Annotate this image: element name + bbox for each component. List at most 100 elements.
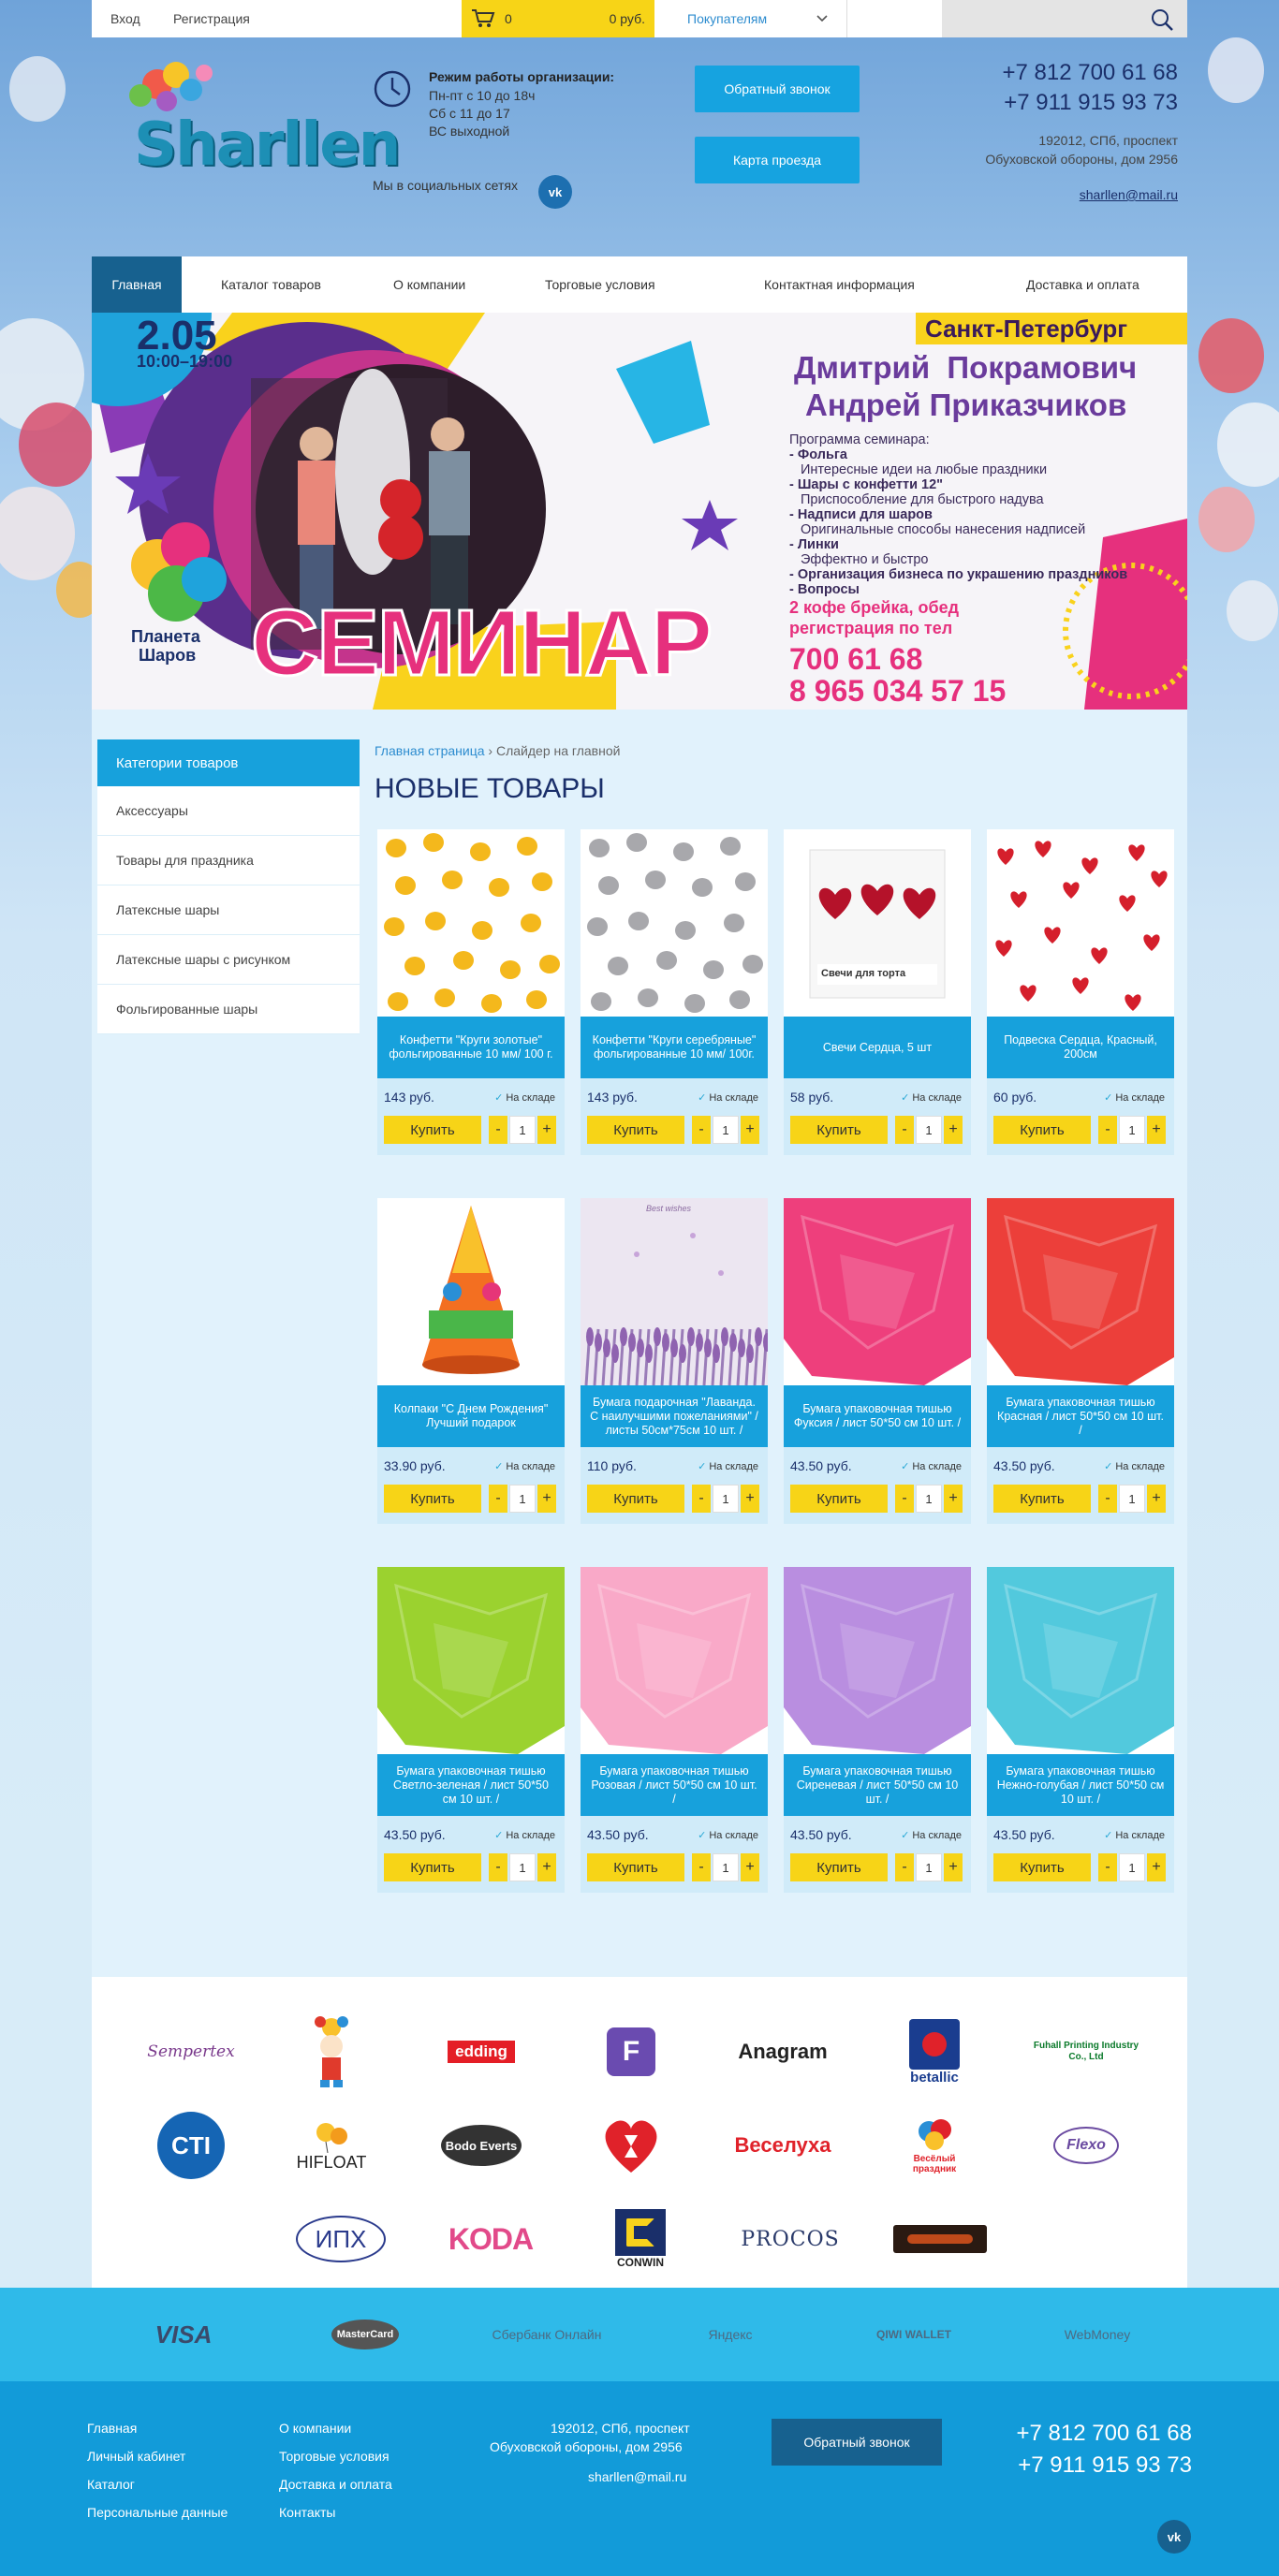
nav-contacts[interactable]: Контактная информация xyxy=(764,256,915,313)
email-link[interactable]: sharllen@mail.ru xyxy=(985,187,1178,202)
product-name[interactable]: Бумага упаковочная тишью Розовая / лист … xyxy=(581,1754,768,1816)
product-name[interactable]: Бумага подарочная "Лаванда. С наилучшими… xyxy=(581,1385,768,1447)
quantity-minus-button[interactable]: - xyxy=(1098,1485,1117,1513)
brand-logo[interactable]: CTI xyxy=(135,2108,247,2183)
sidebar-item-accessories[interactable]: Аксессуары xyxy=(97,786,360,836)
phone-1[interactable]: +7 812 700 61 68 xyxy=(985,58,1178,88)
quantity-minus-button[interactable]: - xyxy=(692,1853,711,1881)
footer-link-contacts[interactable]: Контакты xyxy=(279,2505,335,2520)
buy-button[interactable]: Купить xyxy=(384,1853,481,1881)
quantity-plus-button[interactable]: + xyxy=(741,1485,759,1513)
product-image[interactable]: Свечи для торта xyxy=(784,829,971,1017)
buy-button[interactable]: Купить xyxy=(384,1116,481,1144)
footer-callback-button[interactable]: Обратный звонок xyxy=(772,2419,942,2466)
product-name[interactable]: Конфетти "Круги серебряные" фольгированн… xyxy=(581,1017,768,1078)
brand-logo[interactable]: CONWIN xyxy=(584,2202,697,2276)
quantity-input[interactable]: 1 xyxy=(916,1853,942,1881)
sidebar-item-latex[interactable]: Латексные шары xyxy=(97,886,360,935)
quantity-input[interactable]: 1 xyxy=(713,1116,739,1144)
quantity-minus-button[interactable]: - xyxy=(1098,1116,1117,1144)
quantity-minus-button[interactable]: - xyxy=(692,1485,711,1513)
quantity-plus-button[interactable]: + xyxy=(1147,1116,1166,1144)
quantity-plus-button[interactable]: + xyxy=(1147,1485,1166,1513)
footer-phone-2[interactable]: +7 911 915 93 73 xyxy=(1018,2452,1192,2479)
brand-logo[interactable]: Anagram xyxy=(727,2014,839,2089)
brand-logo[interactable] xyxy=(884,2202,996,2276)
quantity-input[interactable]: 1 xyxy=(509,1853,536,1881)
login-link[interactable]: Вход xyxy=(110,11,140,26)
product-image[interactable] xyxy=(377,1198,565,1385)
product-image[interactable] xyxy=(581,1567,768,1754)
product-image[interactable] xyxy=(784,1198,971,1385)
product-image[interactable] xyxy=(377,829,565,1017)
buy-button[interactable]: Купить xyxy=(587,1116,684,1144)
product-card[interactable]: Бумага упаковочная тишью Розовая / лист … xyxy=(581,1567,768,1893)
sidebar-item-party-goods[interactable]: Товары для праздника xyxy=(97,836,360,886)
brand-logo[interactable]: edding xyxy=(425,2014,537,2089)
footer-link-personal-data[interactable]: Персональные данные xyxy=(87,2505,228,2520)
buy-button[interactable]: Купить xyxy=(790,1485,888,1513)
quantity-minus-button[interactable]: - xyxy=(489,1116,507,1144)
brand-logo[interactable]: HIFLOAT xyxy=(275,2108,388,2183)
search-icon[interactable] xyxy=(1150,7,1174,32)
product-image[interactable] xyxy=(987,1198,1174,1385)
product-name[interactable]: Конфетти "Круги золотые" фольгированные … xyxy=(377,1017,565,1078)
brand-logo[interactable]: Bodo Everts xyxy=(425,2108,537,2183)
brand-logo[interactable]: PROCOS xyxy=(734,2202,846,2276)
register-link[interactable]: Регистрация xyxy=(173,11,250,26)
product-image[interactable] xyxy=(987,1567,1174,1754)
product-name[interactable]: Колпаки "С Днем Рождения" Лучший подарок xyxy=(377,1385,565,1447)
product-image[interactable]: Best wishes xyxy=(581,1198,768,1385)
product-card[interactable]: Бумага упаковочная тишью Светло-зеленая … xyxy=(377,1567,565,1893)
quantity-input[interactable]: 1 xyxy=(713,1853,739,1881)
quantity-minus-button[interactable]: - xyxy=(895,1853,914,1881)
quantity-input[interactable]: 1 xyxy=(509,1485,536,1513)
buy-button[interactable]: Купить xyxy=(993,1116,1091,1144)
quantity-minus-button[interactable]: - xyxy=(895,1485,914,1513)
brand-logo[interactable]: ИПХ xyxy=(285,2202,397,2276)
quantity-plus-button[interactable]: + xyxy=(944,1116,963,1144)
nav-delivery[interactable]: Доставка и оплата xyxy=(1026,256,1139,313)
footer-link-catalog[interactable]: Каталог xyxy=(87,2477,135,2492)
footer-link-account[interactable]: Личный кабинет xyxy=(87,2449,185,2464)
quantity-minus-button[interactable]: - xyxy=(895,1116,914,1144)
quantity-plus-button[interactable]: + xyxy=(537,1116,556,1144)
quantity-plus-button[interactable]: + xyxy=(944,1853,963,1881)
footer-link-home[interactable]: Главная xyxy=(87,2421,137,2436)
quantity-plus-button[interactable]: + xyxy=(741,1853,759,1881)
brand-logo[interactable] xyxy=(575,2108,687,2183)
buy-button[interactable]: Купить xyxy=(790,1116,888,1144)
product-card[interactable]: Подвеска Сердца, Красный, 200см 60 руб. ✓ … xyxy=(987,829,1174,1155)
buy-button[interactable]: Купить xyxy=(587,1853,684,1881)
quantity-input[interactable]: 1 xyxy=(509,1116,536,1144)
product-card[interactable]: Бумага упаковочная тишью Сиреневая / лис… xyxy=(784,1567,971,1893)
product-card[interactable]: Бумага упаковочная тишью Фуксия / лист 5… xyxy=(784,1198,971,1524)
brand-logo[interactable]: Веселуха xyxy=(727,2108,839,2183)
quantity-minus-button[interactable]: - xyxy=(692,1116,711,1144)
product-name[interactable]: Подвеска Сердца, Красный, 200см xyxy=(987,1017,1174,1078)
buy-button[interactable]: Купить xyxy=(587,1485,684,1513)
promo-banner[interactable]: 2.05 10:00–19:00 Санкт-Петербург Дмитрий… xyxy=(92,313,1187,710)
quantity-plus-button[interactable]: + xyxy=(741,1116,759,1144)
buyers-dropdown[interactable]: Покупателям xyxy=(654,0,847,37)
buy-button[interactable]: Купить xyxy=(993,1485,1091,1513)
cart-widget[interactable]: 0 0 руб. xyxy=(462,0,654,37)
footer-link-about[interactable]: О компании xyxy=(279,2421,351,2436)
quantity-plus-button[interactable]: + xyxy=(944,1485,963,1513)
quantity-input[interactable]: 1 xyxy=(1119,1853,1145,1881)
product-card[interactable]: Бумага упаковочная тишью Нежно-голубая /… xyxy=(987,1567,1174,1893)
product-card[interactable]: Best wishes Бумага подарочная "Лаванда. С… xyxy=(581,1198,768,1524)
quantity-plus-button[interactable]: + xyxy=(1147,1853,1166,1881)
quantity-input[interactable]: 1 xyxy=(916,1485,942,1513)
product-name[interactable]: Бумага упаковочная тишью Сиреневая / лис… xyxy=(784,1754,971,1816)
product-image[interactable] xyxy=(581,829,768,1017)
quantity-minus-button[interactable]: - xyxy=(489,1485,507,1513)
product-name[interactable]: Бумага упаковочная тишью Фуксия / лист 5… xyxy=(784,1385,971,1447)
breadcrumb-home[interactable]: Главная страница xyxy=(375,743,485,758)
footer-link-delivery[interactable]: Доставка и оплата xyxy=(279,2477,392,2492)
brand-logo[interactable]: Flexo xyxy=(1030,2108,1142,2183)
product-image[interactable] xyxy=(377,1567,565,1754)
product-card[interactable]: Колпаки "С Днем Рождения" Лучший подарок… xyxy=(377,1198,565,1524)
brand-logo[interactable]: Весёлый праздник xyxy=(878,2108,991,2183)
nav-about[interactable]: О компании xyxy=(393,256,465,313)
